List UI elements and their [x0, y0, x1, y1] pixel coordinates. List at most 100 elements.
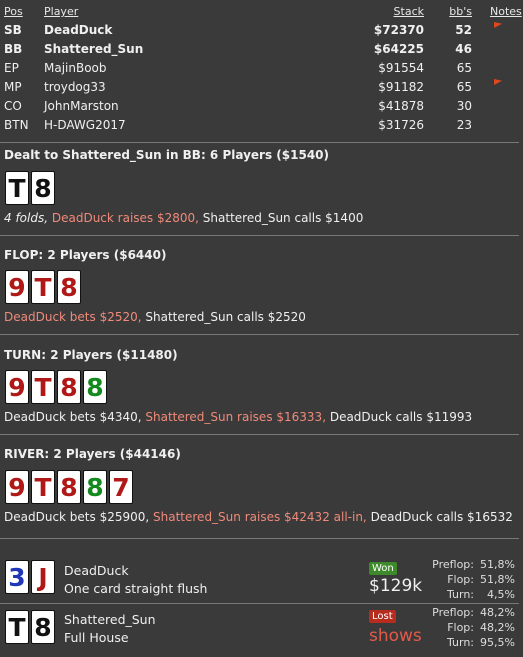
table-row[interactable]: SB DeadDuck $72370 52 [0, 21, 523, 40]
action-text: Shattered_Sun calls $2520 [145, 310, 306, 324]
position-cell: BB [4, 42, 23, 56]
action-text: DeadDuck calls $16532 [370, 510, 513, 524]
playing-card: 8 [31, 171, 55, 205]
equity-label: Preflop: [432, 558, 474, 571]
playing-card: 9 [5, 270, 29, 304]
playing-card: 8 [57, 270, 81, 304]
divider [0, 235, 519, 236]
preflop-title: Dealt to Shattered_Sun in BB: 6 Players … [4, 148, 330, 162]
player-name[interactable]: H-DAWG2017 [44, 116, 126, 135]
shows-label: shows [369, 626, 422, 646]
lost-badge: Lost [369, 610, 396, 623]
hole-cards: T8 [5, 171, 55, 205]
playing-card: 9 [5, 370, 29, 404]
table-header: Pos Player Stack bb's Notes [0, 2, 523, 21]
stack-cell: $31726 [378, 118, 424, 132]
action-text: DeadDuck raises $2800, [51, 211, 203, 225]
action-text: 4 folds, [4, 211, 52, 225]
player-name[interactable]: DeadDuck [44, 21, 112, 40]
flop-actions: DeadDuck bets $2520, Shattered_Sun calls… [4, 310, 306, 324]
showdown-hand: Full House [64, 630, 129, 645]
stack-cell: $41878 [378, 99, 424, 113]
showdown-player-name: Shattered_Sun [64, 612, 156, 627]
header-bbs[interactable]: bb's [449, 2, 472, 22]
header-player[interactable]: Player [44, 2, 78, 22]
flag-icon [490, 21, 504, 35]
equity-value: 48,2% [480, 606, 515, 619]
playing-card: 8 [83, 470, 107, 504]
table-row[interactable]: EP MajinBoob $91554 65 [0, 59, 523, 78]
table-row[interactable]: MP troydog33 $91182 65 [0, 78, 523, 97]
flop-cards: 9T8 [5, 270, 81, 304]
showdown-cards: 3J [5, 560, 55, 594]
action-text: DeadDuck bets $2520, [4, 310, 146, 324]
stack-cell: $64225 [373, 42, 424, 56]
equity-value: 51,8% [480, 558, 515, 571]
action-text: Shattered_Sun calls $1400 [202, 211, 364, 225]
bb-count-cell: 52 [455, 23, 472, 37]
player-name[interactable]: troydog33 [44, 78, 106, 97]
action-text: Shattered_Sun raises $42432 all-in, [153, 510, 371, 524]
playing-card: T [5, 171, 29, 205]
playing-card: 3 [5, 560, 29, 594]
header-notes[interactable]: Notes [490, 2, 522, 22]
bb-count-cell: 65 [456, 80, 472, 94]
equity-label: Preflop: [432, 606, 474, 619]
bb-count-cell: 23 [456, 118, 472, 132]
showdown-cards: T8 [5, 610, 55, 644]
playing-card: 7 [109, 470, 133, 504]
stack-cell: $91182 [378, 80, 424, 94]
equity-value: 48,2% [480, 621, 515, 634]
player-name[interactable]: MajinBoob [44, 59, 107, 78]
equity-label: Flop: [447, 573, 474, 586]
flop-title: FLOP: 2 Players ($6440) [4, 248, 167, 262]
position-cell: BTN [4, 118, 29, 132]
playing-card: T [31, 270, 55, 304]
playing-card: T [31, 370, 55, 404]
playing-card: 8 [31, 610, 55, 644]
river-actions: DeadDuck bets $25900, Shattered_Sun rais… [4, 510, 513, 524]
player-name[interactable]: Shattered_Sun [44, 40, 143, 59]
table-row[interactable]: BB Shattered_Sun $64225 46 [0, 40, 523, 59]
table-row[interactable]: CO JohnMarston $41878 30 [0, 97, 523, 116]
won-amount: $129k [369, 576, 423, 596]
stack-cell: $72370 [373, 23, 424, 37]
turn-cards: 9T88 [5, 370, 107, 404]
player-name[interactable]: JohnMarston [44, 97, 119, 116]
equity-value: 51,8% [480, 573, 515, 586]
bb-count-cell: 30 [456, 99, 472, 113]
showdown-player-name: DeadDuck [64, 563, 129, 578]
playing-card: 9 [5, 470, 29, 504]
position-cell: EP [4, 61, 19, 75]
divider [0, 434, 519, 435]
river-cards: 9T887 [5, 470, 133, 504]
river-title: RIVER: 2 Players ($44146) [4, 447, 181, 461]
table-row[interactable]: BTN H-DAWG2017 $31726 23 [0, 116, 523, 135]
position-cell: SB [4, 23, 22, 37]
playing-card: J [31, 560, 55, 594]
position-cell: MP [4, 80, 22, 94]
playing-card: 8 [83, 370, 107, 404]
header-pos[interactable]: Pos [4, 2, 23, 22]
equity-label: Turn: [446, 636, 474, 649]
equity-value: 95,5% [480, 636, 515, 649]
bb-count-cell: 65 [456, 61, 472, 75]
won-badge: Won [369, 562, 397, 575]
divider [0, 538, 519, 539]
action-text: DeadDuck bets $4340, [4, 410, 146, 424]
divider [0, 142, 519, 143]
header-stack[interactable]: Stack [394, 2, 424, 22]
preflop-actions: 4 folds, DeadDuck raises $2800, Shattere… [4, 211, 363, 225]
playing-card: 8 [57, 470, 81, 504]
showdown-row: 3J DeadDuck One card straight flush Won … [0, 553, 523, 601]
equity-label: Flop: [447, 621, 474, 634]
action-text: DeadDuck bets $25900, [4, 510, 154, 524]
playing-card: T [31, 470, 55, 504]
playing-card: T [5, 610, 29, 644]
turn-title: TURN: 2 Players ($11480) [4, 348, 178, 362]
bb-count-cell: 46 [455, 42, 472, 56]
turn-actions: DeadDuck bets $4340, Shattered_Sun raise… [4, 410, 472, 424]
action-text: Shattered_Sun raises $16333, [145, 410, 330, 424]
stack-cell: $91554 [378, 61, 424, 75]
showdown-hand: One card straight flush [64, 581, 208, 596]
